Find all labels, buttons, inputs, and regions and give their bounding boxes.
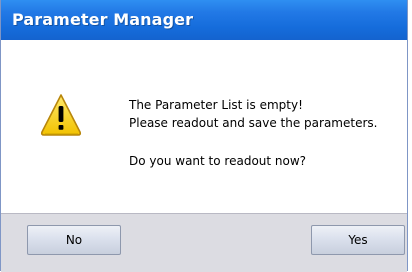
button-bar: No Yes <box>1 213 407 272</box>
message-spacer <box>129 132 377 152</box>
window-title: Parameter Manager <box>12 10 194 29</box>
question-text: Do you want to readout now? <box>129 154 307 168</box>
message-line-2: Please readout and save the parameters. <box>129 116 378 130</box>
no-button[interactable]: No <box>27 225 121 255</box>
dialog-window: Parameter Manager The Parameter List is … <box>0 0 408 272</box>
title-bar[interactable]: Parameter Manager <box>1 0 407 40</box>
message-line-1: The Parameter List is empty! <box>129 98 303 112</box>
yes-button[interactable]: Yes <box>311 225 405 255</box>
warning-icon <box>40 94 82 136</box>
dialog-message: The Parameter List is empty! Please read… <box>129 96 377 170</box>
